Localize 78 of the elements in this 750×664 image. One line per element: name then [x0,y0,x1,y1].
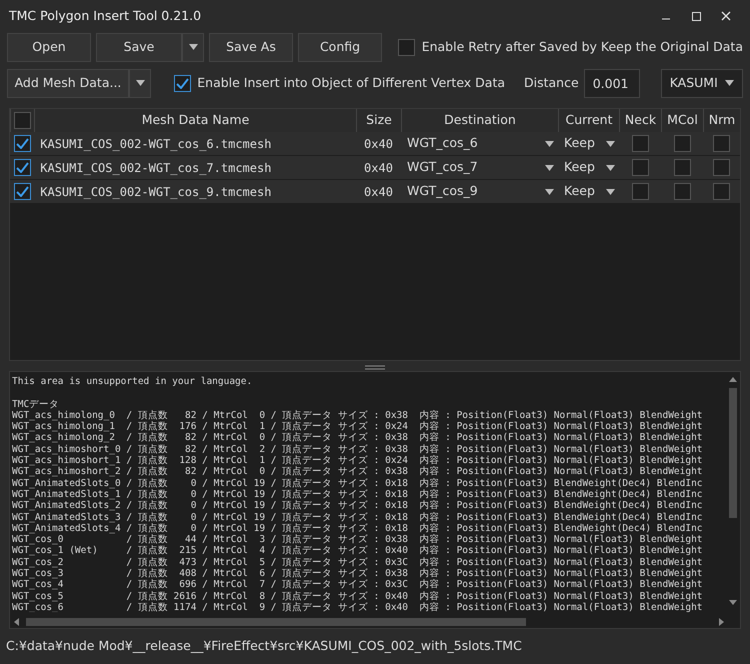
mcol-checkbox[interactable] [674,135,690,152]
log-line: WGT_acs_himolong_2 / 頂点数 82 / MtrCol 0 / 頂点データ サイズ : 0x38 内容 : Position(Float3) Normal(Float3) BlendWeight [12,432,703,444]
log-line: WGT_cos_1 (Wet) / 頂点数 215 / MtrCol 4 / 頂点データ サイズ : 0x40 内容 : Position(Float3) Normal(Float3) BlendWeight [12,545,703,556]
table-cell: 0x40 [364,136,393,150]
distance-label: Distance [524,74,579,92]
log-line: WGT_AnimatedSlots_0 / 頂点数 0 / MtrCol 19 / 頂点データ サイズ : 0x18 内容 : Position(Float3) BlendWeight(Dec4) BlendInc [12,478,703,489]
row-checkbox[interactable] [14,183,30,200]
log-line: WGT_AnimatedSlots_2 / 頂点数 0 / MtrCol 19 / 頂点データ サイズ : 0x18 内容 : Position(Float3) BlendWeight(Dec4) BlendInc [12,500,703,512]
log-line: WGT_acs_himolong_0 / 頂点数 82 / MtrCol 0 / 頂点データ サイズ : 0x38 内容 : Position(Float3) Normal(Float3) BlendWeight [12,410,703,421]
status-path: C:¥data¥nude Mod¥__release__¥FireEffect¥src¥KASUMI_COS_002_with_5slots.TMC [6,636,522,655]
toolbar-button[interactable]: Config [298,32,382,62]
splitter-grip-icon[interactable] [365,364,385,370]
log-line: WGT_acs_himoshort_2 / 頂点数 82 / MtrCol 0 / 頂点データ サイズ : 0x38 内容 : Position(Float3) Normal(Float3) BlendWeight [12,466,703,478]
log-line: WGT_cos_0 / 頂点数 44 / MtrCol 3 / 頂点データ サイズ : 0x38 内容 : Position(Float3) Normal(Float3) BlendWeight [12,534,703,546]
dropdown-caret-button[interactable] [182,32,204,62]
add-mesh-button[interactable]: Add Mesh Data... [7,68,129,98]
destination-dropdown[interactable]: WGT_cos_7 [401,158,558,177]
toolbar-button[interactable]: Save As [209,32,293,62]
table-cell: KASUMI_COS_002-WGT_cos_7.tmcmesh [40,160,272,174]
table-cell: KASUMI_COS_002-WGT_cos_9.tmcmesh [40,184,272,198]
caret-icon [606,188,615,194]
row-checkbox[interactable] [14,135,30,152]
character-dropdown[interactable]: KASUMI [660,68,743,98]
caret-icon [136,80,144,86]
log-line: WGT_acs_himoshort_1 / 頂点数 128 / MtrCol 1 / 頂点データ サイズ : 0x24 内容 : Position(Float3) Normal(Float3) BlendWeight [12,455,703,466]
mcol-checkbox[interactable] [674,159,690,176]
caret-icon [545,140,554,146]
log-line: WGT_AnimatedSlots_3 / 頂点数 0 / MtrCol 19 / 頂点データ サイズ : 0x18 内容 : Position(Float3) BlendWeight(Dec4) BlendInc [12,512,703,523]
table-cell: 0x40 [364,160,393,174]
column-header: Current [566,111,612,130]
neck-checkbox[interactable] [632,159,648,176]
select-all-checkbox[interactable] [14,112,31,129]
column-header: Size [366,111,392,130]
log-line: WGT_AnimatedSlots_4 / 頂点数 0 / MtrCol 19 / 頂点データ サイズ : 0x18 内容 : Position(Float3) BlendWeight(Dec4) BlendInc [12,522,703,534]
column-header: Destination [444,111,516,130]
caret-icon [188,44,198,50]
current-dropdown[interactable]: Keep [558,158,619,177]
nrm-checkbox[interactable] [713,159,730,176]
save-button[interactable]: Save [96,32,182,62]
insert-checkbox[interactable] [174,74,191,92]
caret-icon [606,164,615,170]
option-label: Enable Retry after Saved by Keep the Original Data [422,38,743,56]
log-line: WGT_cos_3 / 頂点数 408 / MtrCol 6 / 頂点データ サイズ : 0x38 内容 : Position(Float3) Normal(Float3) BlendWeight [12,568,703,580]
nrm-checkbox[interactable] [713,135,730,152]
distance-field[interactable]: 0.001 [584,68,640,98]
column-header: Mesh Data Name [142,111,250,130]
column-header: Nrm [708,111,736,130]
retry-checkbox[interactable] [398,38,416,56]
caret-icon [606,140,615,146]
log-line: WGT_acs_himoshort_0 / 頂点数 82 / MtrCol 2 / 頂点データ サイズ : 0x38 内容 : Position(Float3) Normal(Float3) BlendWeight [12,444,703,455]
row-checkbox[interactable] [14,159,30,176]
nrm-checkbox[interactable] [713,183,730,200]
dropdown-caret-button[interactable] [129,68,151,98]
log-line: WGT_cos_4 / 頂点数 696 / MtrCol 7 / 頂点データ サイズ : 0x3C 内容 : Position(Float3) Normal(Float3) BlendWeight [12,579,703,590]
caret-icon [545,188,554,194]
current-dropdown[interactable]: Keep [558,182,619,201]
log-line: WGT_acs_himolong_1 / 頂点数 176 / MtrCol 1 / 頂点データ サイズ : 0x24 内容 : Position(Float3) Normal(Float3) BlendWeight [12,421,703,432]
log-line: WGT_cos_2 / 頂点数 473 / MtrCol 5 / 頂点データ サイズ : 0x3C 内容 : Position(Float3) Normal(Float3) BlendWeight [12,556,703,568]
column-header: Neck [624,111,656,130]
table-cell: 0x40 [364,184,393,198]
current-dropdown[interactable]: Keep [558,134,619,153]
log-line: WGT_cos_6 / 頂点数 1174 / MtrCol 9 / 頂点データ サイズ : 0x40 内容 : Position(Float3) Normal(Float3) BlendWeight [12,602,703,612]
option-label: Enable Insert into Object of Different Vertex Data [197,74,506,92]
caret-icon [545,164,554,170]
mcol-checkbox[interactable] [674,183,690,200]
destination-dropdown[interactable]: WGT_cos_6 [401,134,558,153]
log-line: WGT_cos_5 / 頂点数 2616 / MtrCol 8 / 頂点データ サイズ : 0x40 内容 : Position(Float3) Normal(Float3) BlendWeight [12,590,703,602]
log-notice: This area is unsupported in your language. [12,376,252,387]
destination-dropdown[interactable]: WGT_cos_9 [401,182,558,201]
neck-checkbox[interactable] [632,183,648,200]
table-cell: KASUMI_COS_002-WGT_cos_6.tmcmesh [40,136,272,150]
window-title: TMC Polygon Insert Tool 0.21.0 [9,6,202,25]
caret-icon [725,80,734,86]
toolbar-button[interactable]: Open [7,32,91,62]
log-line: WGT_AnimatedSlots_1 / 頂点数 0 / MtrCol 19 / 頂点データ サイズ : 0x18 内容 : Position(Float3) BlendWeight(Dec4) BlendInc [12,488,703,500]
log-line: TMCデータ [12,398,60,410]
column-header: MCol [667,111,698,130]
neck-checkbox[interactable] [632,135,648,152]
